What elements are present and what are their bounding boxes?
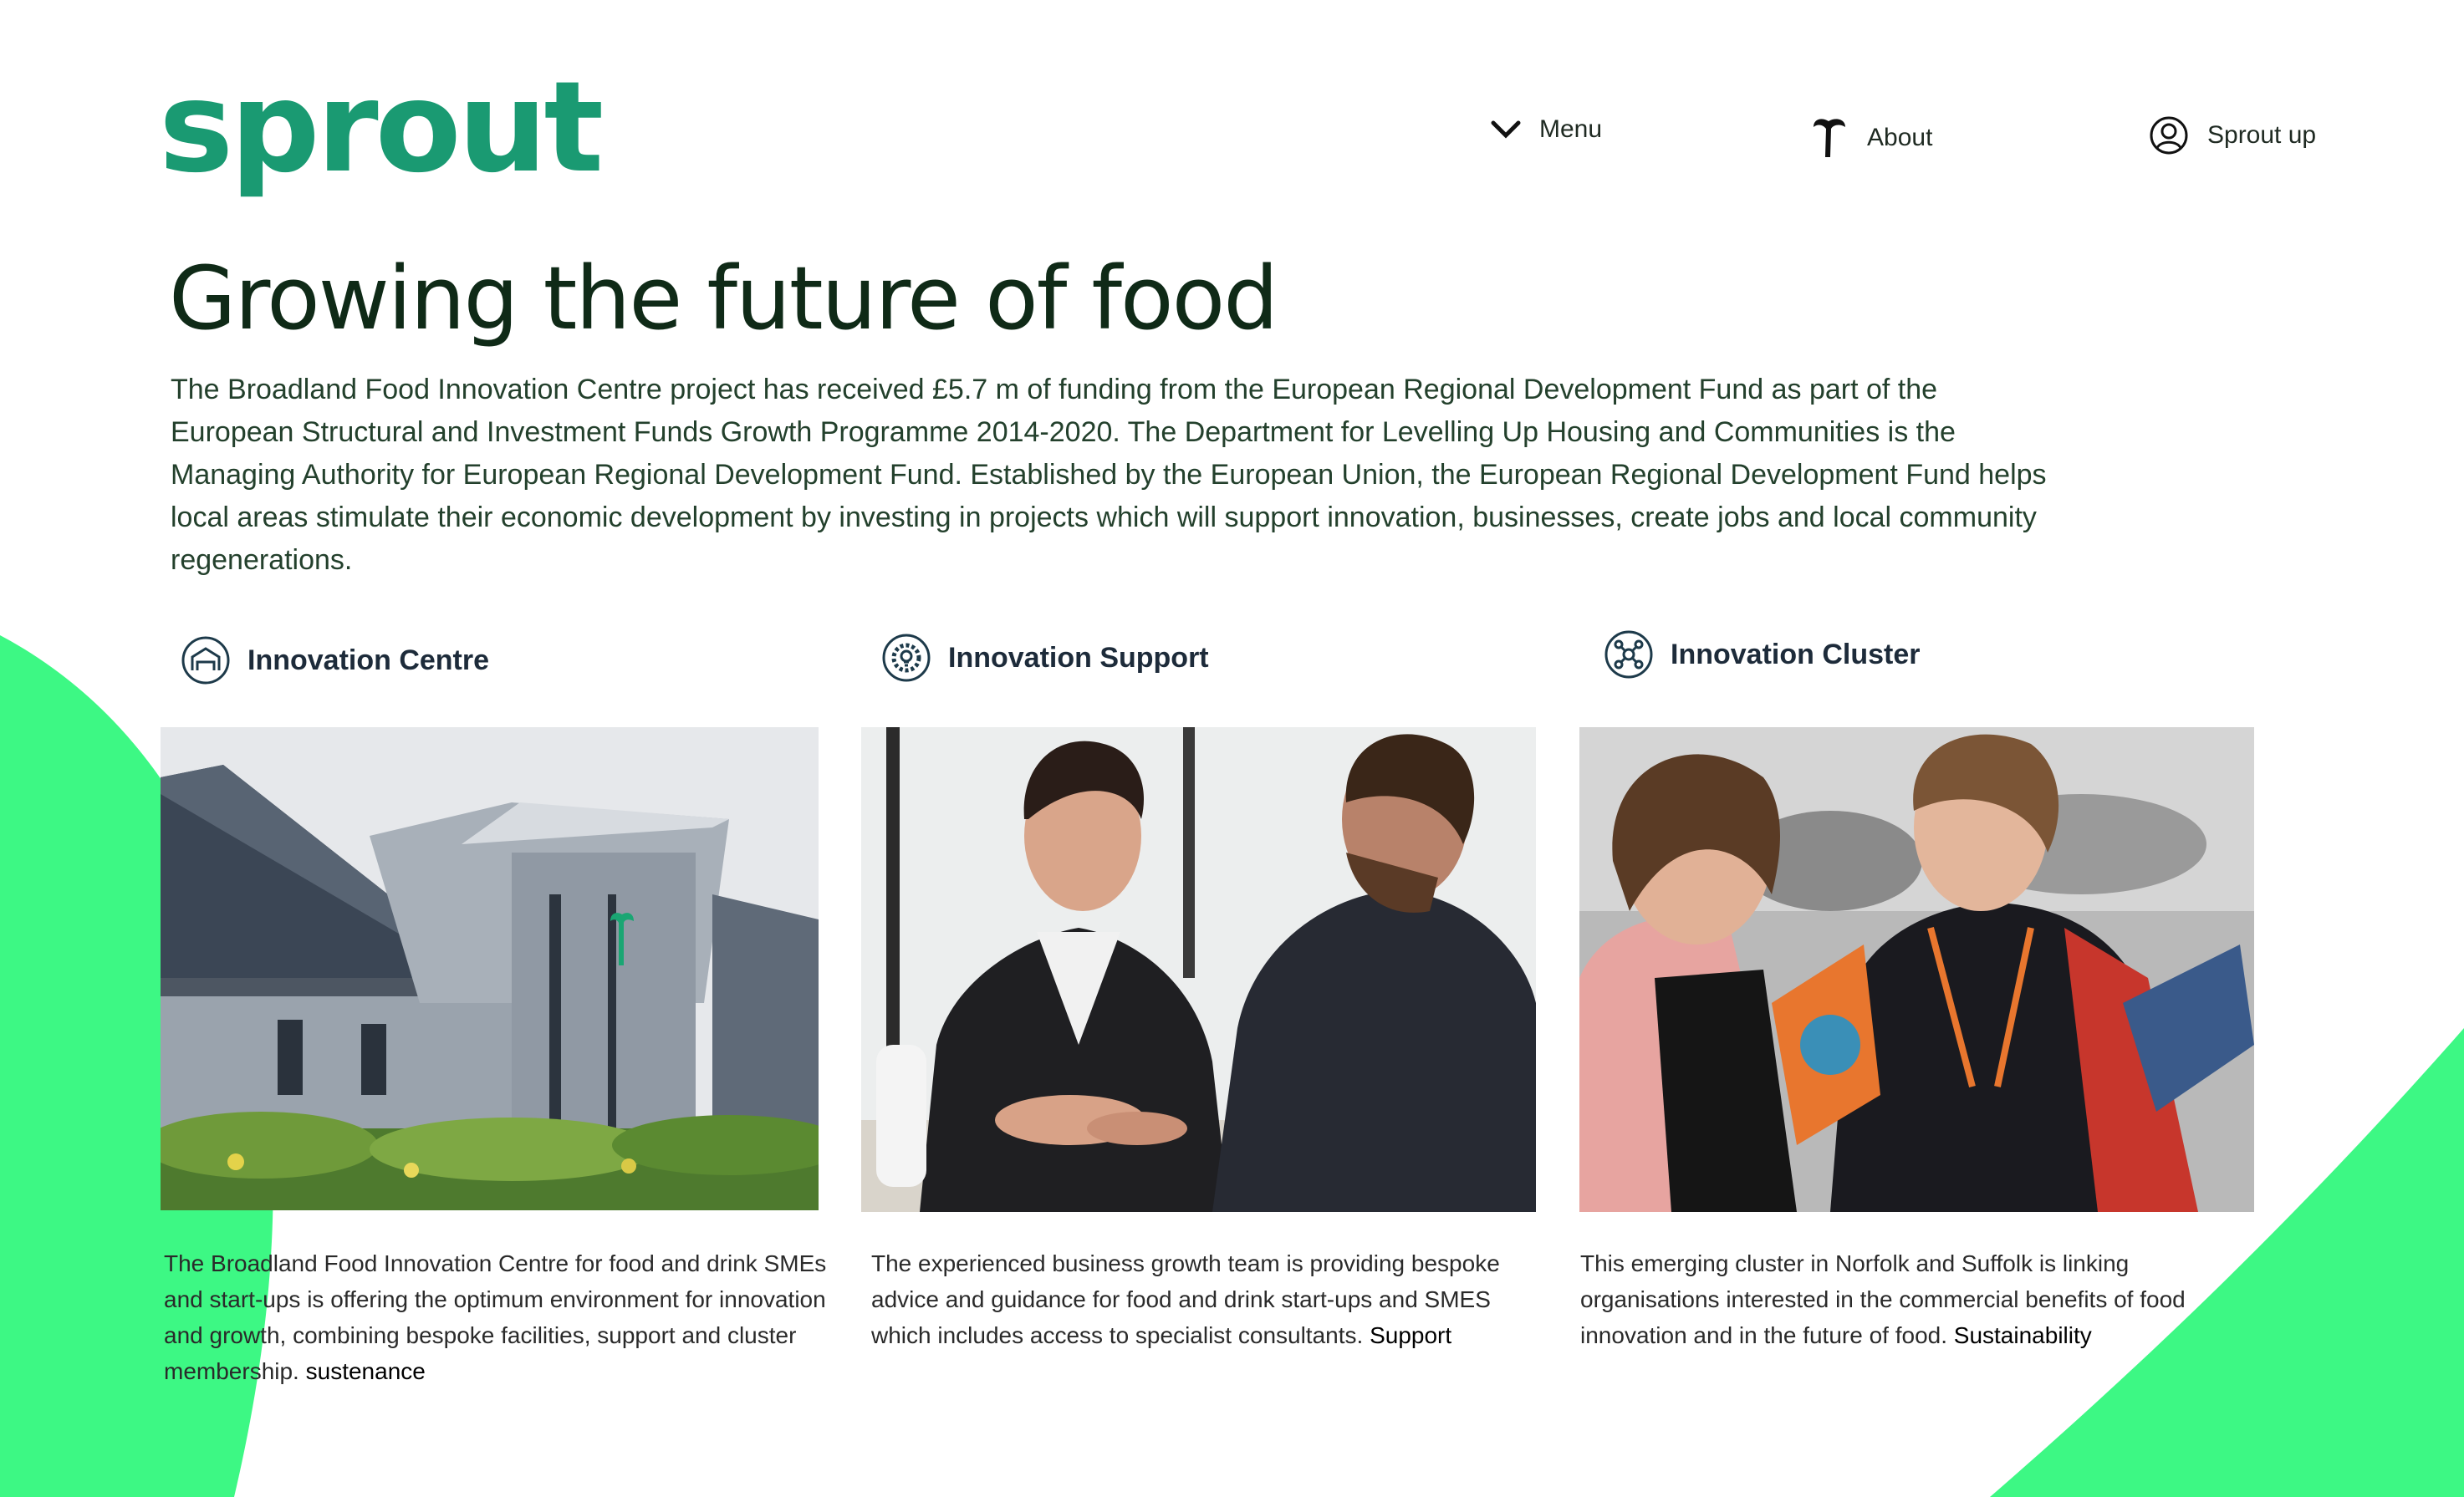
innovation-support-description: The experienced business growth team is … [871, 1245, 1540, 1353]
sprout-logo[interactable]: sprout [159, 65, 604, 191]
innovation-support-title: Innovation Support [948, 641, 1209, 674]
innovation-centre-photo[interactable] [161, 727, 819, 1210]
innovation-cluster-description: This emerging cluster in Norfolk and Suf… [1580, 1245, 2216, 1353]
innovation-cluster-photo[interactable] [1579, 727, 2254, 1212]
user-account-icon [2150, 116, 2188, 155]
intro-paragraph: The Broadland Food Innovation Centre pro… [171, 374, 2047, 576]
gear-bulb-icon [882, 634, 931, 682]
innovation-centre-heading[interactable]: Innovation Centre [181, 635, 489, 685]
innovation-support-heading[interactable]: Innovation Support [881, 633, 1209, 683]
sprout-up-link[interactable]: Sprout up [2149, 115, 2316, 155]
menu-label: Menu [1539, 115, 1603, 143]
innovation-cluster-heading[interactable]: Innovation Cluster [1604, 629, 1920, 680]
chevron-down-icon [1491, 120, 1521, 139]
sustainability-link[interactable]: Sustainability [1954, 1322, 2092, 1348]
sprout-up-label: Sprout up [2207, 121, 2317, 149]
sustenance-link[interactable]: sustenance [306, 1358, 426, 1384]
menu-button[interactable]: Menu [1491, 115, 1602, 144]
innovation-cluster-text: This emerging cluster in Norfolk and Suf… [1580, 1250, 2186, 1348]
innovation-support-photo[interactable] [861, 727, 1536, 1212]
support-link[interactable]: Support [1370, 1322, 1451, 1348]
about-link[interactable]: About [1810, 115, 1932, 160]
innovation-centre-description: The Broadland Food Innovation Centre for… [164, 1245, 833, 1389]
innovation-cluster-title: Innovation Cluster [1671, 638, 1921, 670]
innovation-centre-title: Innovation Centre [247, 644, 490, 676]
network-icon [1604, 630, 1653, 679]
innovation-centre-text: The Broadland Food Innovation Centre for… [164, 1250, 827, 1384]
sprout-mark-icon [1814, 119, 1845, 157]
building-icon [181, 636, 230, 685]
about-label: About [1867, 124, 1933, 151]
page-title: Growing the future of food [169, 247, 1278, 349]
